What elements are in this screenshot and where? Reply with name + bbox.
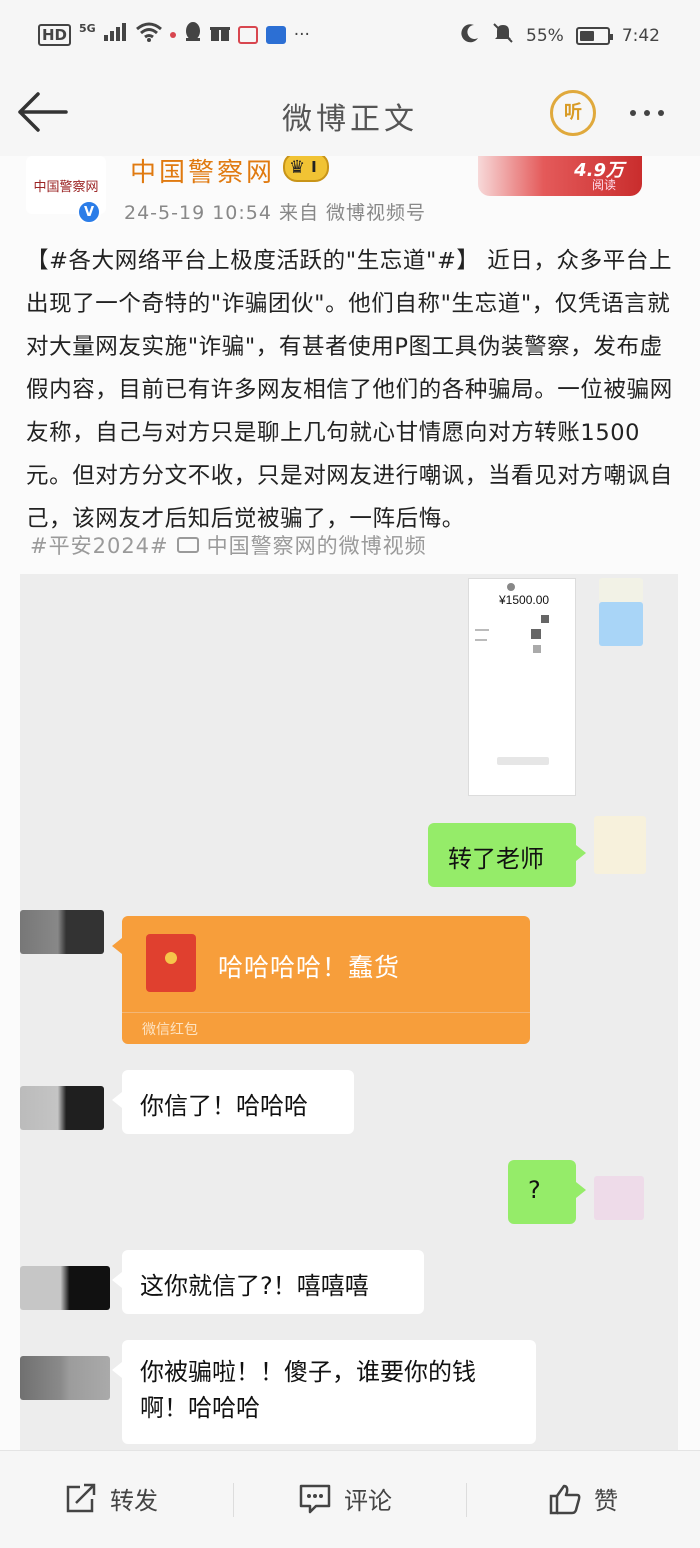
chat-bubble: 你被骗啦！！傻子，谁要你的钱啊！哈哈哈 (112, 1340, 536, 1444)
listen-button[interactable]: 听 (546, 86, 600, 138)
post-body: 【#各大网络平台上极度活跃的"生忘道"#】 近日，众多平台上出现了一个奇特的"诈… (26, 248, 673, 532)
self-avatar (594, 1176, 644, 1220)
red-packet-message: 哈哈哈哈！蠢货 (218, 953, 401, 982)
payment-done-button (497, 757, 549, 765)
status-right: 55% 7:42 (460, 22, 660, 49)
payment-screenshot: ¥1500.00 (468, 578, 576, 796)
nav-bar: 微博正文 听 (0, 72, 700, 156)
app-notification-icon (237, 25, 258, 44)
status-bar: HD 5G ··· 55% 7:42 (0, 0, 700, 72)
thumbs-up-icon (549, 1484, 581, 1514)
message-text: 转了老师 (448, 845, 544, 873)
listen-label: 听 (564, 102, 582, 123)
like-button[interactable]: 赞 (548, 1481, 618, 1516)
blur-block (531, 629, 541, 639)
signal-type: 5G (79, 22, 96, 35)
hashtag-link[interactable]: #平安2024# (30, 530, 169, 560)
repost-button[interactable]: 转发 (64, 1481, 158, 1516)
clock: 7:42 (621, 25, 660, 46)
battery-percent: 55% (526, 25, 564, 46)
notification-dot-icon (169, 31, 176, 38)
vip-badge[interactable]: ♛ I (283, 156, 329, 182)
chat-bubble: 转了老师 (428, 823, 586, 887)
payment-logo-icon (507, 583, 515, 591)
read-label: 阅读 (591, 178, 616, 192)
red-packet-label: 微信红包 (142, 1022, 198, 1038)
contact-avatar (20, 1356, 110, 1400)
message-text: 这你就信了?！嘻嘻嘻 (140, 1272, 369, 1300)
bulb-icon (265, 25, 286, 44)
avatar-placeholder (599, 578, 643, 602)
comment-button[interactable]: 评论 (298, 1481, 392, 1516)
contact-avatar (20, 1086, 104, 1130)
text-line (475, 629, 489, 631)
message-text: 你被骗啦！！傻子，谁要你的钱啊！哈哈哈 (140, 1358, 476, 1422)
author-name[interactable]: 中国警察网 (130, 156, 275, 189)
contact-avatar (20, 910, 104, 954)
crown-icon: ♛ (289, 156, 306, 178)
red-envelope-icon (146, 934, 196, 992)
avatar-logo-text: 中国警察网 (33, 179, 99, 195)
more-dot (644, 110, 650, 116)
video-icon (176, 537, 199, 553)
verified-icon: V (77, 200, 101, 224)
self-avatar (599, 602, 643, 646)
post-meta: 24-5-19 10:54 来自 微博视频号 (124, 202, 427, 224)
like-label: 赞 (594, 1487, 618, 1515)
vip-level: I (311, 158, 317, 176)
gift-icon (209, 22, 230, 47)
more-dot (658, 110, 664, 116)
chat-bubble: ? (508, 1160, 586, 1224)
share-icon (66, 1483, 96, 1512)
network-type: HD (38, 23, 72, 46)
mute-icon (492, 22, 514, 49)
red-packet[interactable]: 哈哈哈哈！蠢货 微信红包 (112, 916, 530, 1044)
blur-block (541, 615, 549, 623)
chat-bubble: 你信了！哈哈哈 (112, 1070, 354, 1134)
post-tags: #平安2024# 中国警察网的微博视频 (30, 530, 427, 560)
message-text: 你信了！哈哈哈 (140, 1092, 308, 1120)
comment-icon (299, 1484, 331, 1513)
divider (233, 1483, 234, 1517)
blur-block (533, 645, 541, 653)
battery-icon (575, 26, 613, 45)
message-text: ? (528, 1176, 541, 1204)
payment-amount: ¥1500.00 (499, 593, 550, 607)
signal-icon (103, 23, 128, 46)
chat-bubble: 这你就信了?！嘻嘻嘻 (112, 1250, 424, 1314)
read-count-card: 4.9万 阅读 (478, 156, 642, 196)
moon-icon (460, 23, 480, 48)
video-source-link[interactable]: 中国警察网的微博视频 (207, 530, 427, 560)
comment-label: 评论 (344, 1487, 392, 1515)
status-left: HD 5G ··· (38, 22, 310, 47)
contact-avatar (20, 1266, 110, 1310)
wifi-icon (135, 22, 162, 47)
qq-icon (184, 22, 202, 47)
more-dot (630, 110, 636, 116)
self-avatar (594, 816, 646, 874)
text-line (475, 639, 487, 641)
post-content: 中国警察网 V 中国警察网 ♛ I 24-5-19 10:54 来自 微博视频号… (0, 156, 700, 1450)
divider (466, 1483, 467, 1517)
more-button[interactable] (630, 110, 664, 116)
chat-screenshot-image[interactable]: ¥1500.00 转了老师 哈哈哈哈！蠢货 微信红包 你信了！哈哈哈 ? 这你就… (20, 574, 678, 1450)
red-packet-footer: 微信红包 (122, 1012, 530, 1044)
repost-label: 转发 (110, 1487, 158, 1515)
more-notifications-icon: ··· (293, 24, 310, 45)
action-bar: 转发 评论 赞 (0, 1450, 700, 1548)
